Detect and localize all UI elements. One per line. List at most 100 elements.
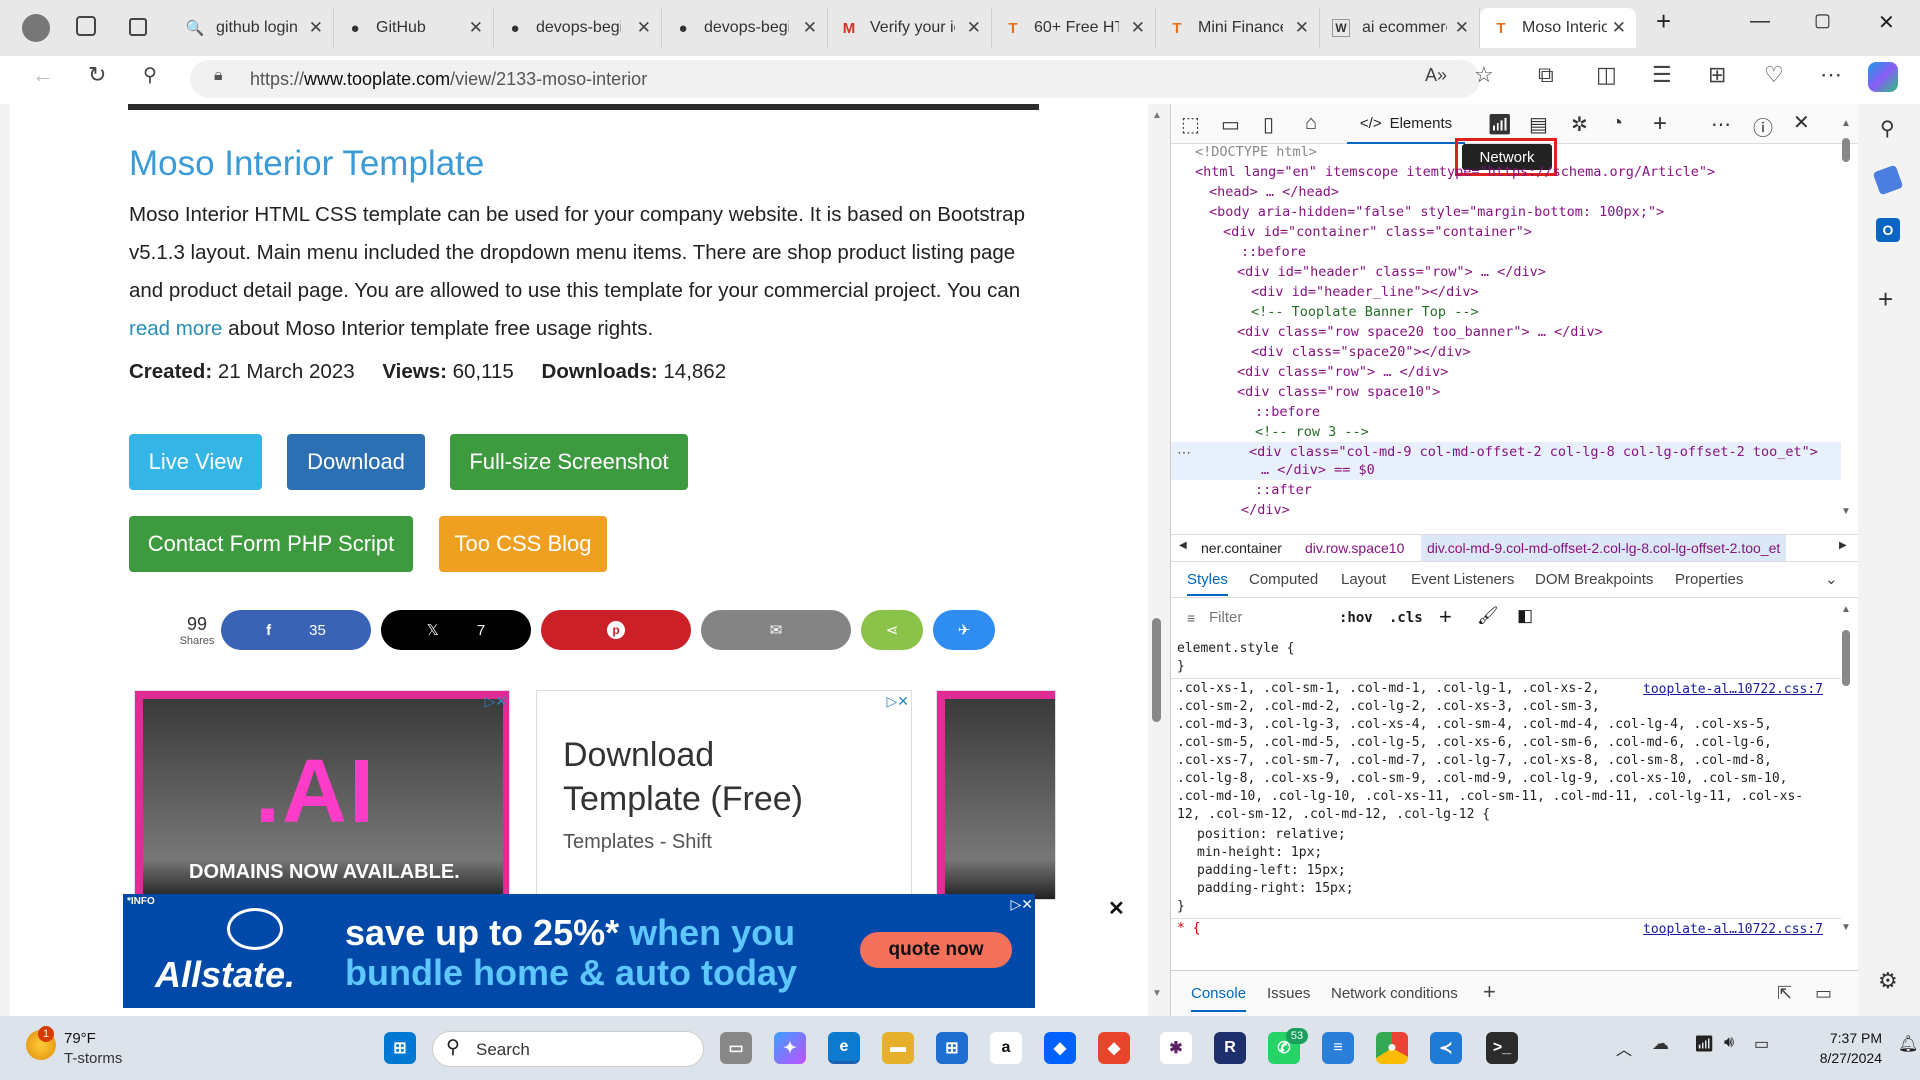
tab-elements[interactable]: </> Elements: [1347, 104, 1465, 144]
dom-line[interactable]: <div id="container" class="container">: [1223, 224, 1532, 240]
cls-toggle[interactable]: .cls: [1389, 610, 1423, 626]
breadcrumb-item[interactable]: div.row.space10: [1305, 540, 1404, 556]
dom-scrollbar[interactable]: ▲ ▼: [1841, 118, 1851, 518]
read-aloud-icon[interactable]: A»: [1425, 65, 1447, 86]
css-selector-line[interactable]: .col-md-3, .col-lg-3, .col-xs-4, .col-sm…: [1177, 716, 1772, 734]
page-scroll-thumb[interactable]: [1152, 618, 1161, 722]
dom-line[interactable]: <div id="header" class="row"> … </div>: [1237, 264, 1546, 280]
breadcrumb-item-selected[interactable]: div.col-md-9.col-md-offset-2.col-lg-8.co…: [1421, 535, 1787, 561]
undock-drawer-icon[interactable]: ⇱: [1777, 983, 1792, 1004]
dom-line[interactable]: <div class="space20"></div>: [1251, 344, 1470, 360]
breadcrumb-item[interactable]: ner.container: [1201, 540, 1282, 556]
download-button[interactable]: Download: [287, 434, 425, 490]
styles-scrollbar[interactable]: ▲ ▼: [1841, 604, 1851, 934]
x-share-button[interactable]: 𝕏7: [381, 610, 531, 650]
css-selector-line[interactable]: .col-sm-5, .col-md-5, .col-lg-5, .col-xs…: [1177, 734, 1772, 752]
windows-start-icon[interactable]: ⊞: [384, 1032, 416, 1064]
search-icon[interactable]: ⚲: [1880, 116, 1895, 141]
close-icon[interactable]: ✕: [1455, 18, 1469, 38]
notifications-bell-icon[interactable]: 🔔︎: [1898, 1034, 1918, 1054]
live-view-button[interactable]: Live View: [129, 434, 262, 490]
dom-line[interactable]: ::after: [1255, 482, 1312, 498]
scroll-up-icon[interactable]: ▲: [1152, 110, 1162, 121]
tab-moso-interior[interactable]: T Moso Interio ✕: [1480, 8, 1636, 48]
tab-github-login[interactable]: 🔍 github login ✕: [174, 8, 334, 48]
onedrive-icon[interactable]: ☁: [1652, 1034, 1669, 1054]
dom-line[interactable]: ::before: [1241, 244, 1306, 260]
dom-line[interactable]: <div class="row space20 too_banner"> … <…: [1237, 324, 1603, 340]
copilot-icon[interactable]: [1868, 62, 1898, 92]
collections-icon[interactable]: ⊞: [1708, 62, 1726, 88]
chevron-down-icon[interactable]: ⌄: [1825, 570, 1838, 588]
close-icon[interactable]: ✕: [1612, 18, 1626, 38]
css-blog-button[interactable]: Too CSS Blog: [439, 516, 607, 572]
css-property[interactable]: padding-right: 15px;: [1197, 880, 1354, 898]
tab-layout[interactable]: Layout: [1341, 571, 1386, 588]
tab-dom-breakpoints[interactable]: DOM Breakpoints: [1535, 571, 1653, 588]
css-selector-line[interactable]: .col-md-10, .col-lg-10, .col-xs-11, .col…: [1177, 788, 1803, 806]
ad-close-icon[interactable]: ▷✕: [887, 693, 910, 710]
inspect-element-icon[interactable]: ⬚: [1181, 112, 1200, 137]
close-icon[interactable]: ✕: [309, 18, 323, 38]
dom-line[interactable]: <div id="header_line"></div>: [1251, 284, 1479, 300]
css-property[interactable]: min-height: 1px;: [1197, 844, 1322, 862]
email-share-button[interactable]: ✉: [701, 610, 851, 650]
read-more-link[interactable]: read more: [129, 317, 222, 340]
minimize-button[interactable]: —: [1750, 10, 1770, 33]
download-template-ad[interactable]: Download Template (Free) Templates - Shi…: [536, 690, 912, 900]
dock-icon[interactable]: ▯: [1263, 112, 1274, 137]
breadcrumb-left-icon[interactable]: ◀: [1179, 540, 1187, 551]
profile-icon[interactable]: [22, 14, 50, 42]
dom-line[interactable]: </div>: [1241, 502, 1290, 518]
dom-line[interactable]: <head> … </head>: [1209, 184, 1339, 200]
outlook-icon[interactable]: O: [1876, 218, 1900, 242]
tab-event-listeners[interactable]: Event Listeners: [1411, 571, 1514, 588]
dom-line[interactable]: <html lang="en" itemscope itemtype="http…: [1195, 164, 1715, 180]
tab-ai-ecommerce[interactable]: Wai ecommerce✕: [1320, 8, 1480, 48]
browser-essentials-icon[interactable]: ♡: [1764, 62, 1784, 88]
clock-date[interactable]: 8/27/2024: [1796, 1050, 1882, 1066]
dom-line[interactable]: <div class="row space10">: [1237, 384, 1440, 400]
contact-form-button[interactable]: Contact Form PHP Script: [129, 516, 413, 572]
css-property[interactable]: padding-left: 15px;: [1197, 862, 1346, 880]
more-icon[interactable]: ⋯: [1820, 62, 1842, 88]
split-screen-icon[interactable]: ◫: [1596, 62, 1617, 88]
stylesheet-link[interactable]: tooplate-al…10722.css:7: [1643, 682, 1823, 697]
task-view-icon[interactable]: ▭: [720, 1032, 752, 1064]
ad-close-icon[interactable]: ▷✕: [1011, 896, 1034, 913]
close-icon[interactable]: ✕: [803, 18, 817, 38]
breadcrumb-right-icon[interactable]: ▶: [1839, 540, 1847, 551]
tab-computed[interactable]: Computed: [1249, 571, 1318, 588]
stylesheet-link[interactable]: tooplate-al…10722.css:7: [1643, 922, 1823, 937]
r-app-icon[interactable]: R: [1214, 1032, 1246, 1064]
tab-issues[interactable]: Issues: [1267, 985, 1310, 1002]
tab-github[interactable]: ● GitHub ✕: [334, 8, 494, 48]
refresh-icon[interactable]: ↻: [88, 62, 106, 88]
dom-line[interactable]: <!DOCTYPE html>: [1195, 144, 1317, 160]
taskbar-search-box[interactable]: [432, 1031, 704, 1067]
volume-icon[interactable]: 🔊︎: [1724, 1034, 1734, 1052]
close-icon[interactable]: ✕: [637, 18, 651, 38]
battery-icon[interactable]: ▭: [1754, 1034, 1769, 1054]
add-sidebar-app-icon[interactable]: +: [1878, 284, 1893, 315]
url-text[interactable]: https://www.tooplate.com/view/2133-moso-…: [250, 64, 647, 94]
amazon-icon[interactable]: a: [990, 1032, 1022, 1064]
tab-styles[interactable]: Styles: [1187, 571, 1228, 596]
slack-icon[interactable]: ✱: [1160, 1032, 1192, 1064]
dom-line[interactable]: <!-- row 3 -->: [1255, 424, 1369, 440]
help-icon[interactable]: ⓘ: [1753, 112, 1773, 141]
close-drawer-icon[interactable]: ▭: [1815, 983, 1832, 1004]
bug-icon[interactable]: ✲: [1571, 112, 1588, 137]
notepad-icon[interactable]: ≡: [1322, 1032, 1354, 1064]
network-icon[interactable]: 📶︎: [1487, 112, 1512, 137]
quote-now-button[interactable]: quote now: [860, 932, 1012, 968]
performance-icon[interactable]: ▤: [1529, 112, 1548, 137]
ai-domain-ad-2[interactable]: [936, 690, 1056, 900]
hov-toggle[interactable]: :hov: [1339, 610, 1373, 626]
ms-store-icon[interactable]: ⊞: [936, 1032, 968, 1064]
welcome-home-icon[interactable]: ⌂: [1305, 112, 1317, 135]
computed-sidebar-icon[interactable]: ◧: [1517, 606, 1533, 626]
tab-console[interactable]: Console: [1191, 985, 1247, 1012]
shopping-tag-icon[interactable]: [1872, 164, 1904, 196]
close-icon[interactable]: ✕: [1295, 18, 1309, 38]
